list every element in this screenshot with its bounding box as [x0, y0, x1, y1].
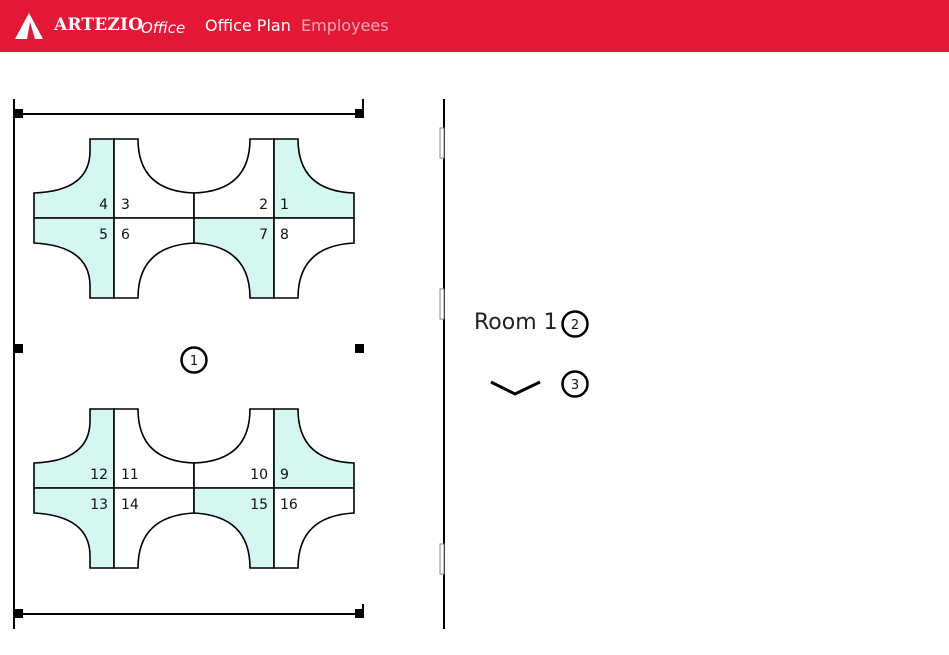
desk[interactable]: 4 — [33, 138, 115, 219]
desk[interactable]: 13 — [33, 487, 115, 569]
splitter-grip[interactable] — [439, 543, 445, 575]
brand-name: ARTEZIO — [54, 15, 144, 35]
room-badge[interactable]: 1 — [180, 346, 208, 374]
desk-number: 8 — [280, 227, 289, 243]
toggle-badge: 3 — [561, 370, 589, 398]
desk[interactable]: 3 — [113, 138, 195, 219]
svg-text:3: 3 — [571, 378, 579, 393]
desk[interactable]: 14 — [113, 487, 195, 569]
desk-number: 4 — [99, 197, 108, 213]
desk-number: 14 — [121, 497, 139, 513]
desk[interactable]: 15 — [193, 487, 275, 569]
desk[interactable]: 6 — [113, 217, 195, 299]
nav-employees[interactable]: Employees — [301, 16, 389, 35]
desk-number: 13 — [90, 497, 108, 513]
resize-handle-bottom-left[interactable] — [14, 609, 23, 618]
desk-number: 5 — [99, 227, 108, 243]
splitter-grip[interactable] — [439, 288, 445, 320]
brand-subtitle: Office — [141, 19, 186, 37]
room-title-badge: 2 — [561, 310, 589, 338]
desk-number: 16 — [280, 497, 298, 513]
desk-cluster: 12 11 10 9 13 14 15 16 — [33, 408, 355, 569]
resize-handle-middle-right[interactable] — [355, 344, 364, 353]
desk-number: 12 — [90, 467, 108, 483]
desk-number: 1 — [280, 197, 289, 213]
desk[interactable]: 16 — [273, 487, 355, 569]
splitter-grip[interactable] — [439, 127, 445, 159]
artezio-logo-icon — [15, 13, 43, 39]
desk[interactable]: 2 — [193, 138, 275, 219]
desk[interactable]: 1 — [273, 138, 355, 219]
chevron-down-icon[interactable] — [490, 380, 541, 396]
desk-number: 10 — [250, 467, 268, 483]
desk-number: 9 — [280, 467, 289, 483]
desk[interactable]: 5 — [33, 217, 115, 299]
resize-handle-top-right[interactable] — [355, 109, 364, 118]
desk-number: 7 — [259, 227, 268, 243]
desk[interactable]: 8 — [273, 217, 355, 299]
nav-office-plan[interactable]: Office Plan — [205, 16, 291, 35]
svg-text:2: 2 — [571, 318, 579, 333]
desk[interactable]: 7 — [193, 217, 275, 299]
desk-number: 15 — [250, 497, 268, 513]
resize-handle-middle-left[interactable] — [14, 344, 23, 353]
top-navigation-bar: ARTEZIO Office Office Plan Employees — [0, 0, 949, 52]
desk-number: 3 — [121, 197, 130, 213]
desk[interactable]: 9 — [273, 408, 355, 489]
desk-cluster: 4 3 2 1 5 6 7 8 — [33, 138, 355, 299]
resize-handle-top-left[interactable] — [14, 109, 23, 118]
room-title: Room 1 — [474, 310, 558, 335]
desk-number: 11 — [121, 467, 139, 483]
desk-number: 6 — [121, 227, 130, 243]
desk[interactable]: 11 — [113, 408, 195, 489]
desk[interactable]: 12 — [33, 408, 115, 489]
svg-text:1: 1 — [190, 354, 198, 369]
desk-number: 2 — [259, 197, 268, 213]
desk[interactable]: 10 — [193, 408, 275, 489]
resize-handle-bottom-right[interactable] — [355, 609, 364, 618]
